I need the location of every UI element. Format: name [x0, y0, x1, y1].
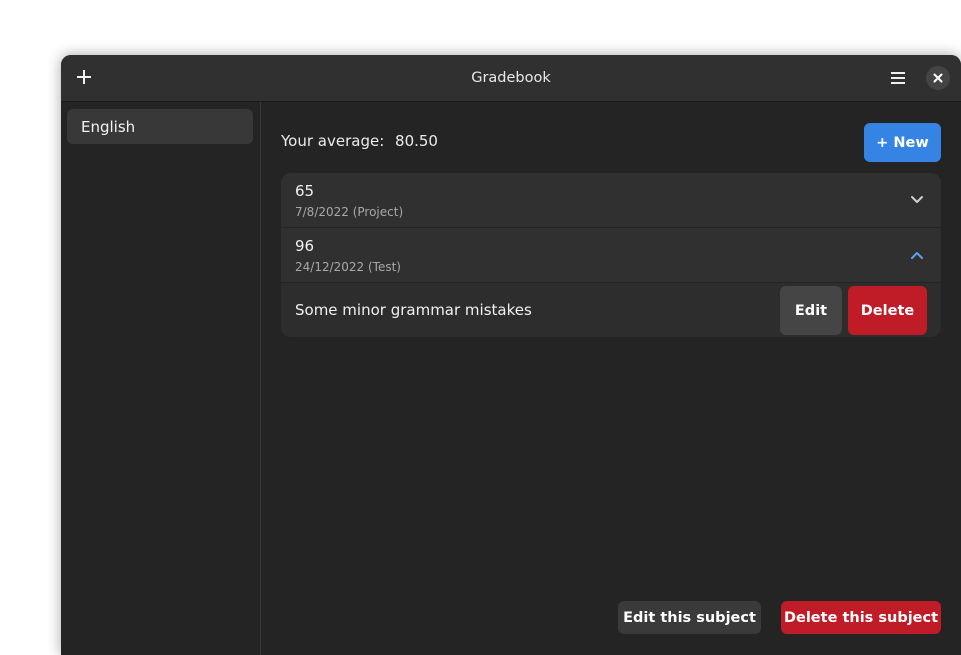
grade-row[interactable]: 65 7/8/2022 (Project): [281, 173, 941, 228]
subject-content: Your average: 80.50 + New 65 7/8/2022 (P…: [261, 102, 961, 655]
app-window: Gradebook English Your average: 80.50 + …: [61, 55, 961, 655]
chevron-down-icon[interactable]: [909, 193, 925, 207]
close-icon: [933, 73, 943, 83]
delete-subject-button[interactable]: Delete this subject: [781, 601, 941, 634]
sidebar-item-label: English: [81, 117, 136, 136]
grade-score: 65: [295, 182, 315, 200]
plus-icon: [77, 70, 91, 84]
header-bar: Gradebook: [61, 55, 961, 102]
sidebar-item-english[interactable]: English: [67, 109, 253, 144]
grade-score: 96: [295, 237, 315, 255]
average-value: 80.50: [395, 132, 438, 150]
edit-grade-button[interactable]: Edit: [780, 286, 842, 335]
average-label: Your average:: [281, 132, 385, 150]
subjects-sidebar: English: [61, 102, 261, 655]
grade-row[interactable]: 96 24/12/2022 (Test): [281, 228, 941, 283]
grade-detail-row: Some minor grammar mistakes Edit Delete: [281, 283, 941, 337]
add-subject-button[interactable]: [69, 62, 99, 92]
grade-list: 65 7/8/2022 (Project) 96 24/12/2022 (Tes…: [281, 173, 941, 337]
average-row: Your average: 80.50: [281, 132, 438, 150]
main-menu-button[interactable]: [882, 62, 914, 94]
grade-date-type: 7/8/2022 (Project): [295, 205, 404, 219]
new-grade-button[interactable]: + New: [864, 123, 941, 162]
hamburger-menu-icon: [891, 72, 905, 84]
window-title: Gradebook: [471, 70, 551, 86]
edit-subject-button[interactable]: Edit this subject: [618, 601, 761, 634]
delete-grade-button[interactable]: Delete: [848, 286, 927, 335]
chevron-up-icon[interactable]: [909, 248, 925, 262]
close-window-button[interactable]: [926, 66, 950, 90]
grade-note: Some minor grammar mistakes: [295, 301, 532, 319]
grade-date-type: 24/12/2022 (Test): [295, 260, 401, 274]
